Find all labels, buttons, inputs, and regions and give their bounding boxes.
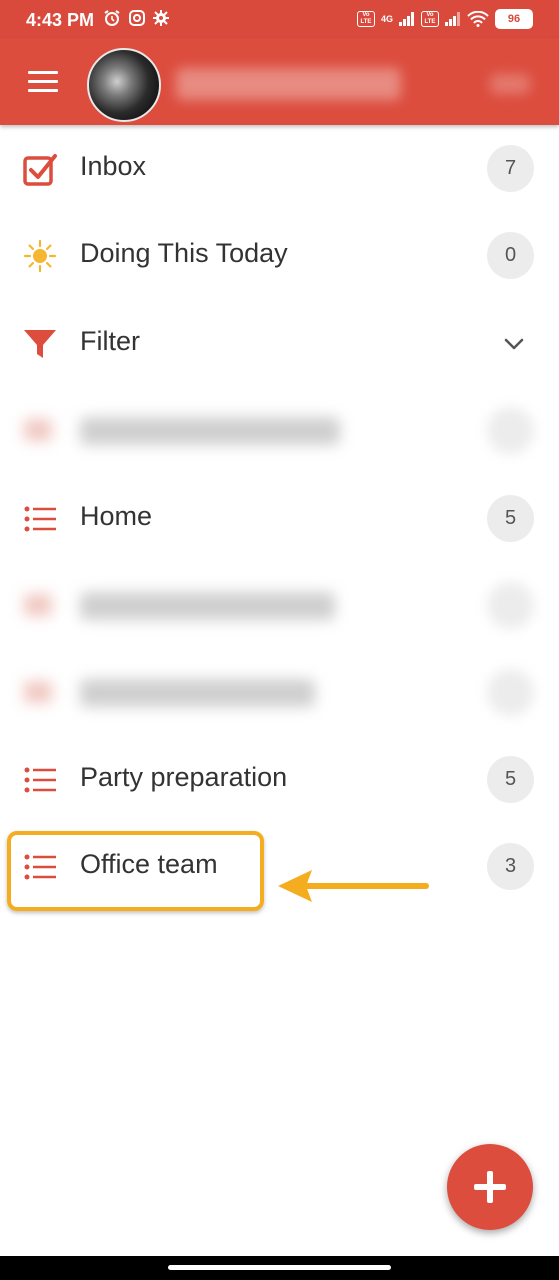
nav-item-home[interactable]: Home 5 (0, 475, 559, 562)
sun-icon (23, 239, 57, 273)
wifi-icon (467, 11, 489, 27)
count-badge: 0 (487, 232, 534, 279)
system-nav-bar (0, 1256, 559, 1280)
add-fab-button[interactable] (447, 1144, 533, 1230)
account-extra-redacted (490, 74, 530, 94)
settings-gear-icon (153, 10, 169, 26)
nav-item-label: Filter (80, 326, 140, 356)
home-gesture-pill[interactable] (168, 1265, 391, 1270)
nav-item-label: Inbox (80, 151, 147, 181)
pointer-arrow-icon (278, 870, 429, 902)
battery-indicator: 96 (495, 9, 533, 29)
list-icon (24, 767, 56, 793)
nav-item-redacted-3[interactable] (0, 649, 559, 736)
status-time: 4:43 PM (26, 10, 95, 30)
app-bar (0, 38, 559, 125)
nav-item-label: Home (80, 501, 153, 531)
nav-item-label: Party preparation (80, 762, 288, 792)
signal-icon-2 (445, 12, 460, 26)
network-type-label: 4G (380, 14, 393, 24)
account-name-redacted (176, 68, 401, 100)
nav-item-redacted-1[interactable] (0, 387, 559, 474)
signal-icon (399, 12, 414, 26)
nav-item-inbox[interactable]: Inbox 7 (0, 125, 559, 212)
highlight-box (7, 831, 264, 911)
nav-item-party-preparation[interactable]: Party preparation 5 (0, 736, 559, 823)
volte-icon: Vo LTE (356, 11, 375, 27)
nav-item-redacted-2[interactable] (0, 562, 559, 649)
checkbox-icon (23, 154, 57, 186)
count-badge: 3 (487, 843, 534, 890)
nav-item-filter[interactable]: Filter (0, 300, 559, 387)
avatar[interactable] (87, 48, 161, 122)
filter-icon (24, 330, 56, 358)
nav-item-doing-this-today[interactable]: Doing This Today 0 (0, 212, 559, 299)
count-badge: 7 (487, 145, 534, 192)
nav-item-label: Doing This Today (80, 238, 288, 268)
count-badge: 5 (487, 756, 534, 803)
list-icon (24, 506, 56, 532)
alarm-icon (104, 10, 120, 26)
hamburger-menu-icon[interactable] (28, 71, 58, 93)
count-badge: 5 (487, 495, 534, 542)
chevron-down-icon[interactable] (500, 330, 528, 358)
status-bar: 4:43 PM Vo LTE 4G Vo LTE 96 (0, 0, 559, 38)
volte-icon-2: Vo LTE (421, 11, 439, 27)
instagram-icon (129, 10, 145, 26)
